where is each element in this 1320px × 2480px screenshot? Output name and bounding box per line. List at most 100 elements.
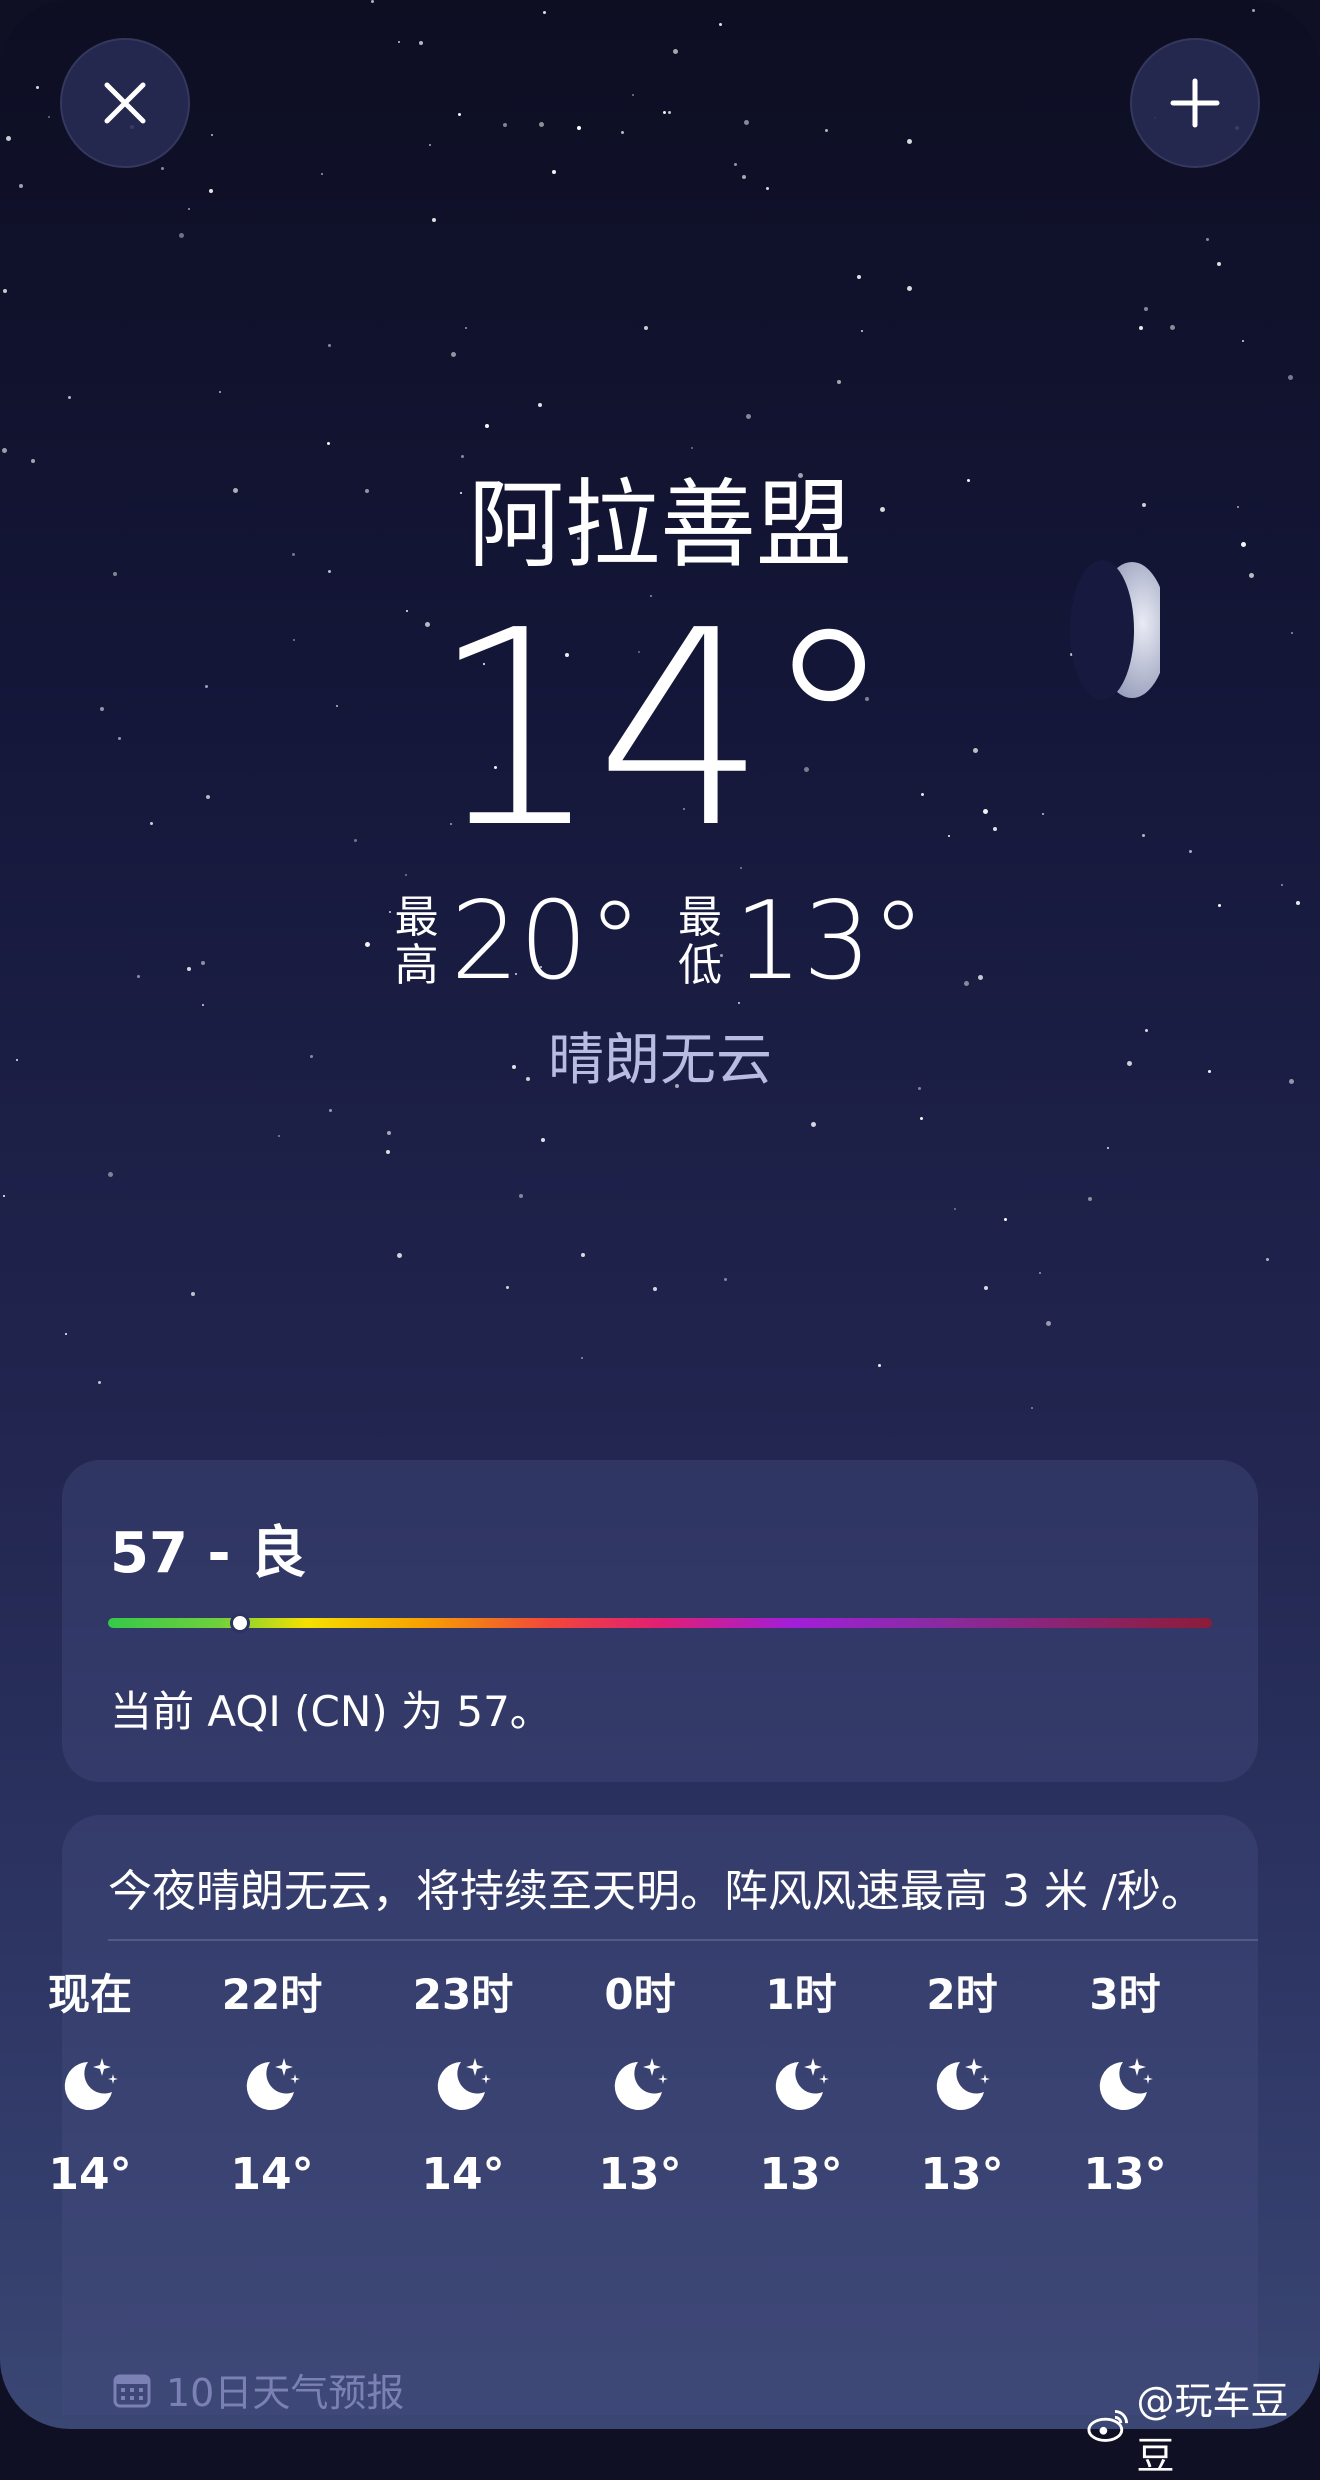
plus-icon [1170,78,1220,128]
star [108,1172,113,1177]
aqi-description: 当前 AQI (CN) 为 57。 [110,1687,552,1736]
weather-condition: 晴朗无云 [548,1028,772,1093]
star [543,11,546,14]
star [1266,1258,1269,1261]
star [746,414,751,419]
star [663,111,666,114]
star [10,25,14,29]
hour-temperature: 14° [48,2149,132,2200]
hourly-forecast-card[interactable]: 今夜晴朗无云，将持续至天明。阵风风速最高 3 米 /秒。 现在 14° 22时 14°… [48,1815,1258,2415]
moon-stars-icon [614,2058,668,2110]
high-label: 最 高 [394,892,439,991]
star [3,1195,5,1197]
star [837,380,841,384]
star [503,123,507,127]
star [1031,1407,1033,1409]
star [219,391,221,393]
hour-label: 现在 [47,1970,132,2019]
star [329,1109,332,1112]
close-button[interactable] [60,38,190,168]
star [398,41,400,43]
star [188,208,190,210]
star [1288,375,1293,380]
aqi-title: 57 - 良 [110,1521,307,1586]
star [36,86,39,89]
high-low-temperatures: 最 高 20° 最 低 13° [0,882,1320,1002]
star [202,1004,204,1006]
high-temperature: 最 高 20° [395,882,642,1002]
star [811,1122,816,1127]
hour-item: 22时 14° [212,1965,332,2200]
hour-icon [30,2025,150,2143]
star [581,1357,583,1359]
hour-temperature: 13° [598,2149,682,2200]
star [744,120,749,125]
star [506,1286,509,1289]
star [1046,1321,1051,1326]
moon-stars-icon [64,2058,118,2110]
star [65,1333,67,1335]
star [451,352,456,357]
ten-day-forecast-header[interactable]: 10日天气预报 [112,2362,404,2417]
star [387,1131,391,1135]
weibo-icon [1087,2410,1129,2442]
star [1242,340,1244,342]
star [1139,326,1143,330]
star [397,1253,402,1258]
star [621,131,624,134]
hour-icon [902,2025,1022,2143]
hour-icon [403,2025,523,2143]
star [668,111,671,114]
star [429,144,431,146]
hour-temperature: 13° [1083,2149,1167,2200]
low-temperature: 最 低 13° [678,882,925,1002]
star [3,289,7,293]
watermark: @玩车豆豆 [1086,2370,1320,2480]
star [48,116,50,118]
hour-icon [212,2025,332,2143]
star [211,134,213,136]
star [278,1135,280,1137]
star [857,275,861,279]
star [6,136,11,141]
star [632,94,634,96]
star [386,1150,390,1154]
star [577,126,581,130]
current-temperature: 14° [429,572,897,887]
star [691,447,693,449]
hour-label: 2时 [926,1970,998,2019]
star [552,170,556,174]
star [954,1208,956,1210]
star [538,403,542,407]
hourly-summary: 今夜晴朗无云，将持续至天明。阵风风速最高 3 米 /秒。 [108,1866,1205,1917]
hour-label: 3时 [1089,1970,1161,2019]
star [742,175,746,179]
add-location-button[interactable] [1130,38,1260,168]
air-quality-card[interactable]: 57 - 良 当前 AQI (CN) 为 57。 [62,1460,1258,1782]
ten-day-forecast-label: 10日天气预报 [166,2371,405,2415]
star [519,1194,523,1198]
star [328,344,331,347]
star [541,1138,545,1142]
hour-label: 22时 [221,1970,323,2019]
star [68,396,71,399]
star [19,184,23,188]
hour-temperature: 13° [920,2149,1004,2200]
star [209,189,213,193]
moon-stars-icon [936,2058,990,2110]
star [371,0,374,3]
star [907,286,912,291]
star [1144,307,1148,311]
star [644,326,648,330]
star [1107,1147,1109,1149]
star [1308,20,1311,23]
aqi-indicator-dot [230,1613,250,1633]
hour-label: 23时 [412,1970,514,2019]
star [539,122,544,127]
star [766,187,769,190]
star [719,23,722,26]
hour-item: 2时 13° [902,1965,1022,2200]
star [1217,262,1221,266]
star [1088,1197,1092,1201]
star [465,327,467,329]
